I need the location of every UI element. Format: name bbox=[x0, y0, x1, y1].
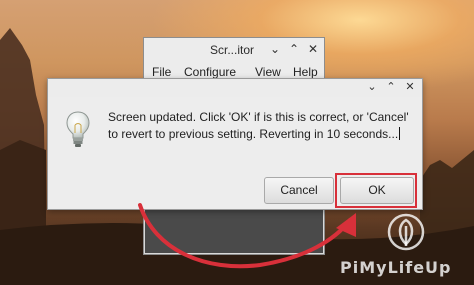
watermark-text: PiMyLifeUp bbox=[340, 258, 452, 277]
leaf-logo-icon bbox=[387, 213, 425, 251]
